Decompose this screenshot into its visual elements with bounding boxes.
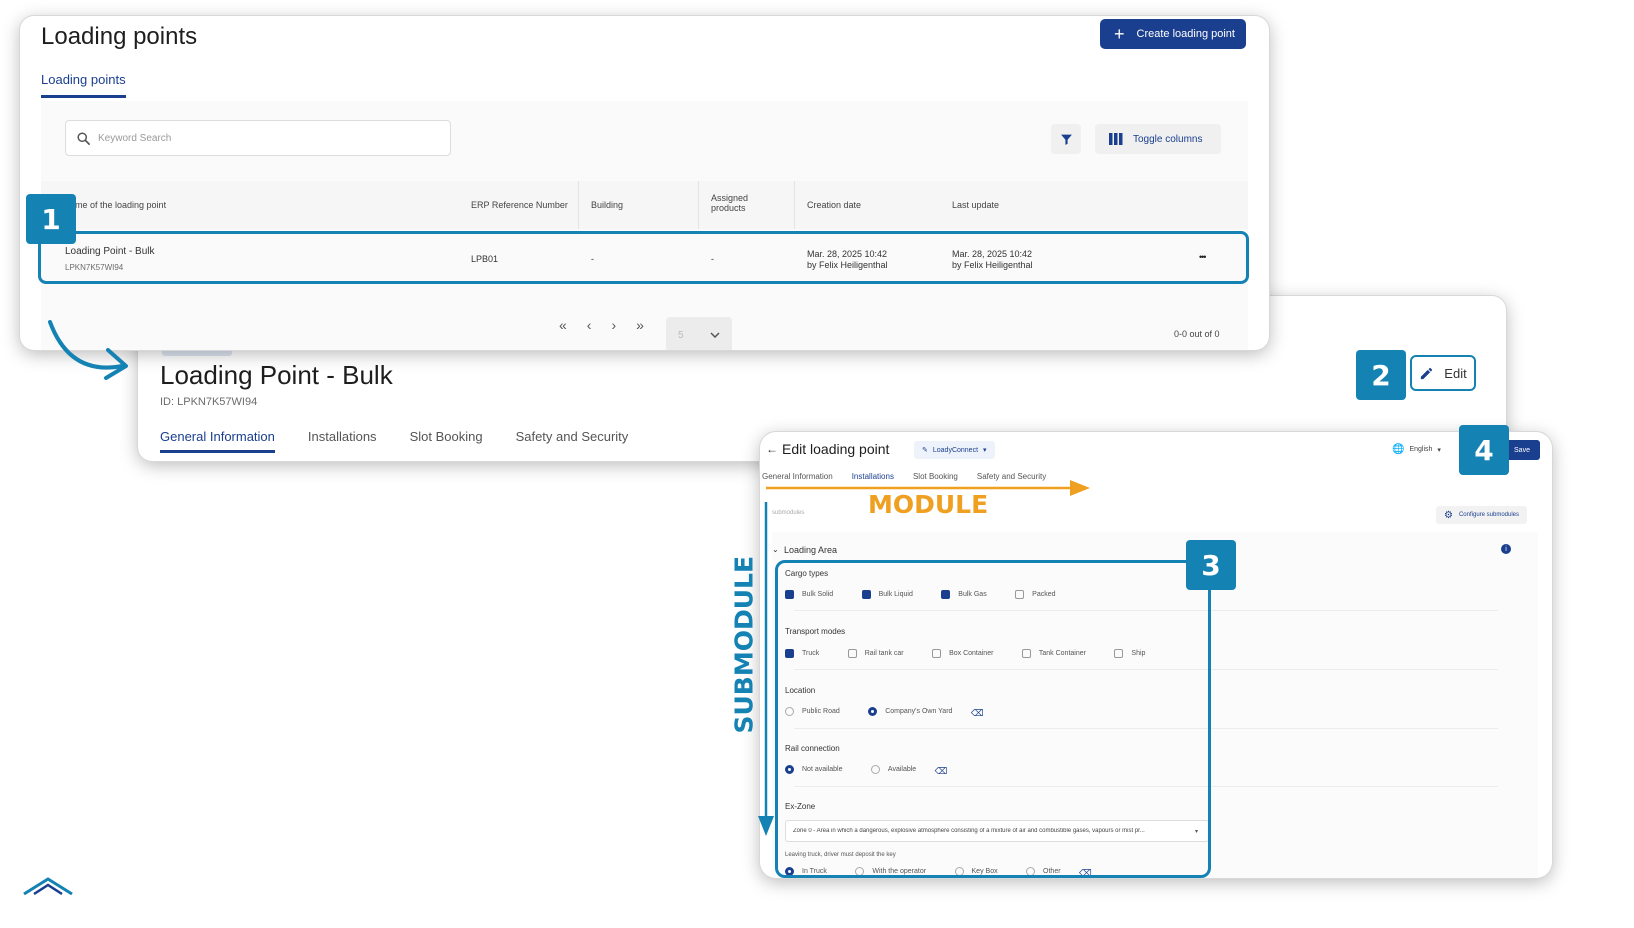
edit-title: Edit loading point bbox=[782, 441, 890, 457]
submodule-highlight bbox=[775, 560, 1211, 878]
table-header: me of the loading point ERP Reference Nu… bbox=[41, 181, 1248, 229]
annotation-badge-1: 1 bbox=[26, 194, 76, 244]
chevron-down-icon bbox=[710, 332, 720, 338]
detail-tab-general[interactable]: General Information bbox=[160, 429, 275, 453]
last-page-button[interactable]: » bbox=[636, 317, 644, 333]
brand-logo-icon bbox=[23, 877, 73, 896]
first-page-button[interactable]: « bbox=[559, 317, 567, 333]
create-button-label: Create loading point bbox=[1136, 28, 1235, 40]
curved-arrow bbox=[48, 320, 128, 380]
pagination-count: 0-0 out of 0 bbox=[1174, 329, 1220, 339]
gear-icon: ⚙ bbox=[1444, 509, 1453, 521]
page-title: Loading points bbox=[41, 23, 198, 50]
app-label: LoadyConnect bbox=[932, 446, 979, 454]
page-size-select[interactable]: 5 bbox=[666, 317, 732, 350]
section-title: Loading Area bbox=[784, 545, 838, 555]
columns-icon bbox=[1109, 133, 1123, 145]
globe-icon: 🌐 bbox=[1392, 444, 1405, 455]
table-panel: Keyword Search Toggle columns me of the … bbox=[41, 101, 1248, 350]
language-label: English bbox=[1409, 446, 1433, 453]
col-divider bbox=[578, 181, 579, 229]
col-header-products[interactable]: Assigned products bbox=[711, 193, 763, 213]
edit-label: Edit bbox=[1444, 365, 1467, 381]
edit-button[interactable]: Edit bbox=[1410, 355, 1476, 391]
detail-tab-slot-booking[interactable]: Slot Booking bbox=[410, 429, 483, 453]
back-icon[interactable]: ← bbox=[766, 442, 778, 456]
info-icon[interactable]: i bbox=[1501, 544, 1511, 554]
prev-page-button[interactable]: ‹ bbox=[587, 317, 592, 333]
save-button[interactable]: Save bbox=[1504, 440, 1540, 460]
search-placeholder: Keyword Search bbox=[98, 132, 172, 144]
detail-tabs: General Information Installations Slot B… bbox=[160, 429, 628, 453]
save-label: Save bbox=[1514, 446, 1530, 454]
submodule-label: SUBMODULE bbox=[729, 555, 759, 734]
pagination: « ‹ › » bbox=[559, 317, 644, 333]
search-icon bbox=[77, 131, 90, 145]
toggle-columns-label: Toggle columns bbox=[1133, 133, 1203, 145]
toggle-columns-button[interactable]: Toggle columns bbox=[1095, 124, 1221, 154]
filter-icon bbox=[1060, 134, 1072, 145]
plus-icon: + bbox=[1114, 24, 1125, 44]
detail-id: ID: LPKN7K57WI94 bbox=[160, 396, 258, 408]
language-selector[interactable]: 🌐 English ▾ bbox=[1392, 444, 1441, 455]
detail-title: Loading Point - Bulk bbox=[160, 360, 393, 390]
annotation-badge-2: 2 bbox=[1356, 350, 1406, 400]
detail-tab-installations[interactable]: Installations bbox=[308, 429, 377, 453]
next-page-button[interactable]: › bbox=[611, 317, 616, 333]
pencil-icon bbox=[1421, 367, 1433, 379]
create-loading-point-button[interactable]: + Create loading point bbox=[1100, 19, 1246, 49]
chevron-down-icon: ▾ bbox=[983, 447, 987, 454]
module-label: MODULE bbox=[868, 490, 989, 519]
annotation-badge-3: 3 bbox=[1186, 540, 1236, 590]
page-size-value: 5 bbox=[678, 329, 684, 341]
search-input[interactable]: Keyword Search bbox=[65, 120, 451, 156]
chevron-down-icon: ▾ bbox=[1437, 446, 1441, 454]
list-card: Loading points + Create loading point Lo… bbox=[20, 16, 1269, 350]
col-header-created[interactable]: Creation date bbox=[807, 200, 861, 210]
col-header-name[interactable]: me of the loading point bbox=[75, 200, 166, 210]
row-highlight bbox=[38, 231, 1249, 284]
detail-tab-safety[interactable]: Safety and Security bbox=[516, 429, 629, 453]
configure-submodules-button[interactable]: ⚙ Configure submodules bbox=[1436, 506, 1528, 524]
configure-label: Configure submodules bbox=[1458, 512, 1520, 518]
app-selector[interactable]: ✎ LoadyConnect ▾ bbox=[914, 441, 995, 459]
annotation-badge-4: 4 bbox=[1459, 425, 1509, 475]
col-divider bbox=[794, 181, 795, 229]
col-header-building[interactable]: Building bbox=[591, 200, 623, 210]
col-divider bbox=[698, 181, 699, 229]
app-icon: ✎ bbox=[922, 447, 928, 454]
col-header-updated[interactable]: Last update bbox=[952, 200, 999, 210]
submodule-arrow bbox=[758, 502, 774, 836]
col-header-erp[interactable]: ERP Reference Number bbox=[471, 200, 568, 210]
tab-loading-points[interactable]: Loading points bbox=[41, 72, 126, 98]
filter-button[interactable] bbox=[1051, 124, 1081, 154]
